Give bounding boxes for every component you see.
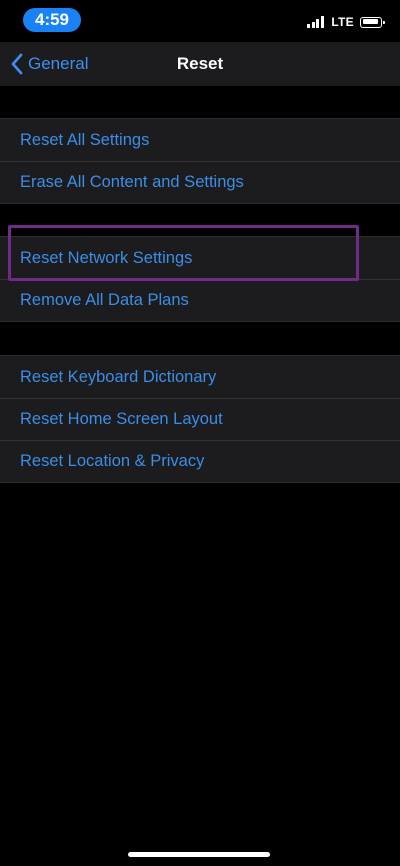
navigation-bar: Reset General [0,42,400,86]
highlight-annotation-box [8,225,359,281]
back-button[interactable]: General [10,42,88,86]
status-bar: 4:59 LTE [0,0,400,42]
home-indicator[interactable] [128,852,270,857]
chevron-left-icon [11,53,23,75]
cellular-signal-icon [307,16,325,28]
settings-group-reset-all: Reset All Settings Erase All Content and… [0,118,400,204]
back-button-label: General [28,54,89,73]
erase-all-content-row[interactable]: Erase All Content and Settings [0,161,400,203]
reset-location-privacy-row[interactable]: Reset Location & Privacy [0,440,400,482]
status-indicators: LTE [307,13,385,31]
remove-all-data-plans-row[interactable]: Remove All Data Plans [0,279,400,321]
status-time[interactable]: 4:59 [23,8,81,32]
reset-all-settings-row[interactable]: Reset All Settings [0,119,400,161]
reset-keyboard-dictionary-row[interactable]: Reset Keyboard Dictionary [0,356,400,398]
network-type-label: LTE [331,15,354,29]
battery-icon [360,16,385,28]
reset-home-screen-layout-row[interactable]: Reset Home Screen Layout [0,398,400,440]
settings-group-other: Reset Keyboard Dictionary Reset Home Scr… [0,355,400,483]
